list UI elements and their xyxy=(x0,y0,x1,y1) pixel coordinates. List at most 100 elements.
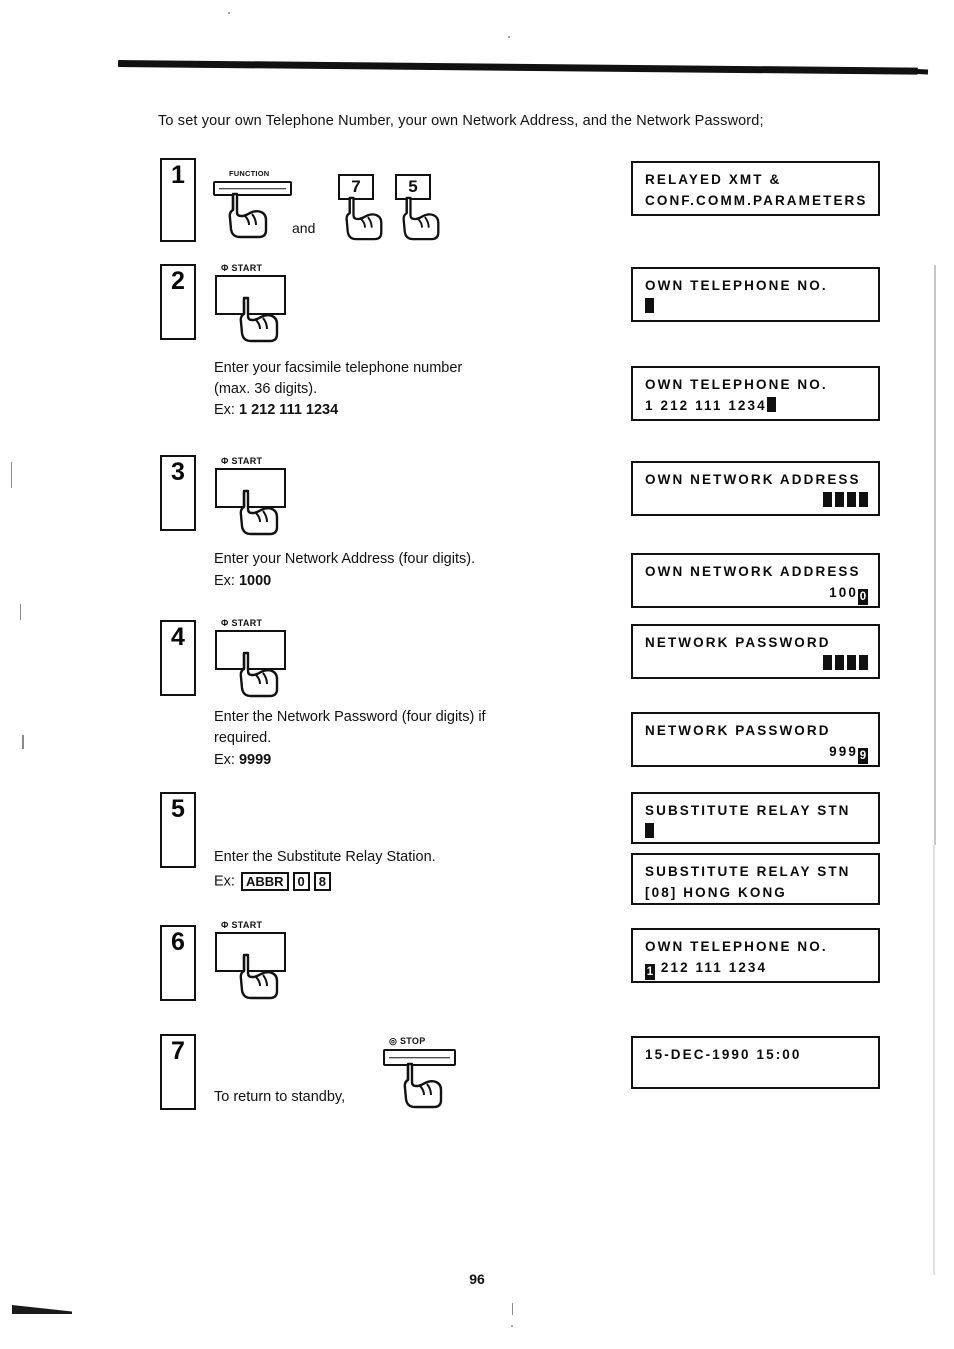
lcd-cursor-inverted-char: 9 xyxy=(858,748,868,764)
step-number-label: 2 xyxy=(171,267,185,295)
lcd-display-own-network-address-empty: OWN NETWORK ADDRESS xyxy=(631,461,880,516)
lcd-cursor-block xyxy=(645,823,654,838)
lcd-line-2-text: 1 212 111 1234 xyxy=(645,398,767,413)
lcd-line-2 xyxy=(645,653,868,674)
lcd-cursor-block xyxy=(766,397,776,412)
lcd-line-1: NETWORK PASSWORD xyxy=(645,723,831,738)
lcd-line-2: 1 212 111 1234 xyxy=(645,395,868,416)
start-key-label: Φ START xyxy=(221,920,263,930)
numeric-key-0[interactable]: 0 xyxy=(292,872,310,891)
pointing-hand-icon xyxy=(345,196,383,241)
step-4-example-value: 9999 xyxy=(238,752,272,768)
step-3-example-prefix: Ex: xyxy=(214,573,239,589)
start-key-label: Φ START xyxy=(221,618,263,628)
lcd-cursor-block xyxy=(847,655,856,670)
step-5-instruction: Enter the Substitute Relay Station. xyxy=(214,849,436,865)
lcd-display-own-network-address-entered: OWN NETWORK ADDRESS 100 0 xyxy=(631,553,880,608)
pointing-hand-icon xyxy=(228,192,268,239)
start-key-label: Φ START xyxy=(221,456,263,466)
lcd-line-1: OWN NETWORK ADDRESS xyxy=(645,472,861,487)
lcd-line-2: 1 212 111 1234 xyxy=(645,957,868,980)
step-number-label: 3 xyxy=(171,458,185,486)
lcd-line-2: 100 0 xyxy=(645,582,868,605)
pointing-hand-icon xyxy=(239,489,279,536)
step-2-example-value: 1 212 111 1234 xyxy=(238,402,339,418)
lcd-display-own-telephone-no-entered: OWN TELEPHONE NO. 1 212 111 1234 xyxy=(631,366,880,421)
lcd-line-2-text: 212 111 1234 xyxy=(655,960,768,975)
lcd-line-1: OWN NETWORK ADDRESS xyxy=(645,564,861,579)
step-number-box-7: 7 xyxy=(160,1034,196,1110)
step-number-box-3: 3 xyxy=(160,455,196,531)
speck xyxy=(22,735,24,749)
step-number-box-6: 6 xyxy=(160,925,196,1001)
speck xyxy=(511,1325,513,1327)
step-number-label: 7 xyxy=(171,1037,185,1065)
lcd-line-1: OWN TELEPHONE NO. xyxy=(645,278,828,293)
step-4-instruction: Enter the Network Password (four digits)… xyxy=(214,709,486,746)
intro-text: To set your own Telephone Number, your o… xyxy=(158,113,764,129)
header-rule xyxy=(117,60,918,75)
corner-smudge-artifact xyxy=(12,1305,72,1314)
start-key-label: Φ START xyxy=(221,263,263,273)
step-3-example-value: 1000 xyxy=(238,573,272,589)
numeric-key-7-label: 7 xyxy=(351,177,361,196)
step-4-example: Ex: 9999 xyxy=(214,752,271,768)
speck xyxy=(512,1303,513,1315)
step-7-instruction: To return to standby, xyxy=(214,1089,346,1105)
lcd-line-1: SUBSTITUTE RELAY STN xyxy=(645,864,851,879)
lcd-display-standby-clock: 15-DEC-1990 15:00 xyxy=(631,1036,880,1089)
lcd-line-1: 15-DEC-1990 15:00 xyxy=(645,1047,802,1062)
header-rule-tail xyxy=(905,68,929,75)
lcd-line-1: NETWORK PASSWORD xyxy=(645,635,831,650)
speck xyxy=(20,604,21,620)
step-4-example-prefix: Ex: xyxy=(214,752,239,768)
step-5-example-prefix: Ex: xyxy=(214,873,239,890)
step-number-box-1: 1 xyxy=(160,158,196,242)
page-number: 96 xyxy=(469,1271,485,1287)
lcd-cursor-block xyxy=(823,492,832,507)
pointing-hand-icon xyxy=(239,296,279,343)
step-5-example: Ex: ABBR 0 8 xyxy=(214,872,333,891)
lcd-cursor-inverted-char: 1 xyxy=(645,964,655,980)
lcd-line-1: SUBSTITUTE RELAY STN xyxy=(645,803,851,818)
lcd-line-1: OWN TELEPHONE NO. xyxy=(645,377,828,392)
numeric-key-5-label: 5 xyxy=(408,177,418,196)
scan-edge-artifact-lower xyxy=(933,845,935,1275)
step-number-label: 5 xyxy=(171,795,185,823)
lcd-line-1: OWN TELEPHONE NO. xyxy=(645,939,828,954)
lcd-cursor-block xyxy=(823,655,832,670)
lcd-line-2-text: 100 xyxy=(829,585,858,600)
lcd-display-network-password-entered: NETWORK PASSWORD 999 9 xyxy=(631,712,880,767)
lcd-line-1: RELAYED XMT & xyxy=(645,172,782,187)
lcd-cursor-inverted-char: 0 xyxy=(858,589,868,605)
abbr-key[interactable]: ABBR xyxy=(240,872,289,891)
step-number-label: 6 xyxy=(171,928,185,956)
step-number-label: 4 xyxy=(171,623,185,651)
lcd-line-2 xyxy=(645,296,868,317)
pointing-hand-icon xyxy=(239,953,279,1000)
step-number-box-4: 4 xyxy=(160,620,196,696)
lcd-cursor-block xyxy=(835,655,844,670)
key-groove xyxy=(389,1056,450,1059)
speck xyxy=(11,462,12,488)
lcd-display-substitute-relay-stn-empty: SUBSTITUTE RELAY STN xyxy=(631,792,880,844)
lcd-display-network-password-empty: NETWORK PASSWORD xyxy=(631,624,880,679)
step-2-example-prefix: Ex: xyxy=(214,402,239,418)
lcd-line-2: 999 9 xyxy=(645,741,868,764)
lcd-line-2 xyxy=(645,490,868,511)
lcd-line-2-text: 999 xyxy=(829,744,858,759)
stop-key-label: ◎ STOP xyxy=(389,1036,426,1046)
numeric-key-8[interactable]: 8 xyxy=(313,872,332,891)
step-2-example: Ex: 1 212 111 1234 xyxy=(214,402,338,418)
lcd-display-substitute-relay-stn-entered: SUBSTITUTE RELAY STN [08] HONG KONG xyxy=(631,853,880,905)
speck xyxy=(508,36,510,38)
lcd-cursor-block xyxy=(835,492,844,507)
pointing-hand-icon xyxy=(402,196,440,241)
lcd-display-own-telephone-no-confirm: OWN TELEPHONE NO. 1 212 111 1234 xyxy=(631,928,880,983)
pointing-hand-icon xyxy=(239,651,279,698)
scan-edge-artifact xyxy=(934,265,936,845)
key-groove xyxy=(219,187,286,190)
step-3-instruction: Enter your Network Address (four digits)… xyxy=(214,551,476,567)
lcd-line-2 xyxy=(645,821,868,842)
step-2-instruction: Enter your facsimile telephone number (m… xyxy=(214,360,463,397)
